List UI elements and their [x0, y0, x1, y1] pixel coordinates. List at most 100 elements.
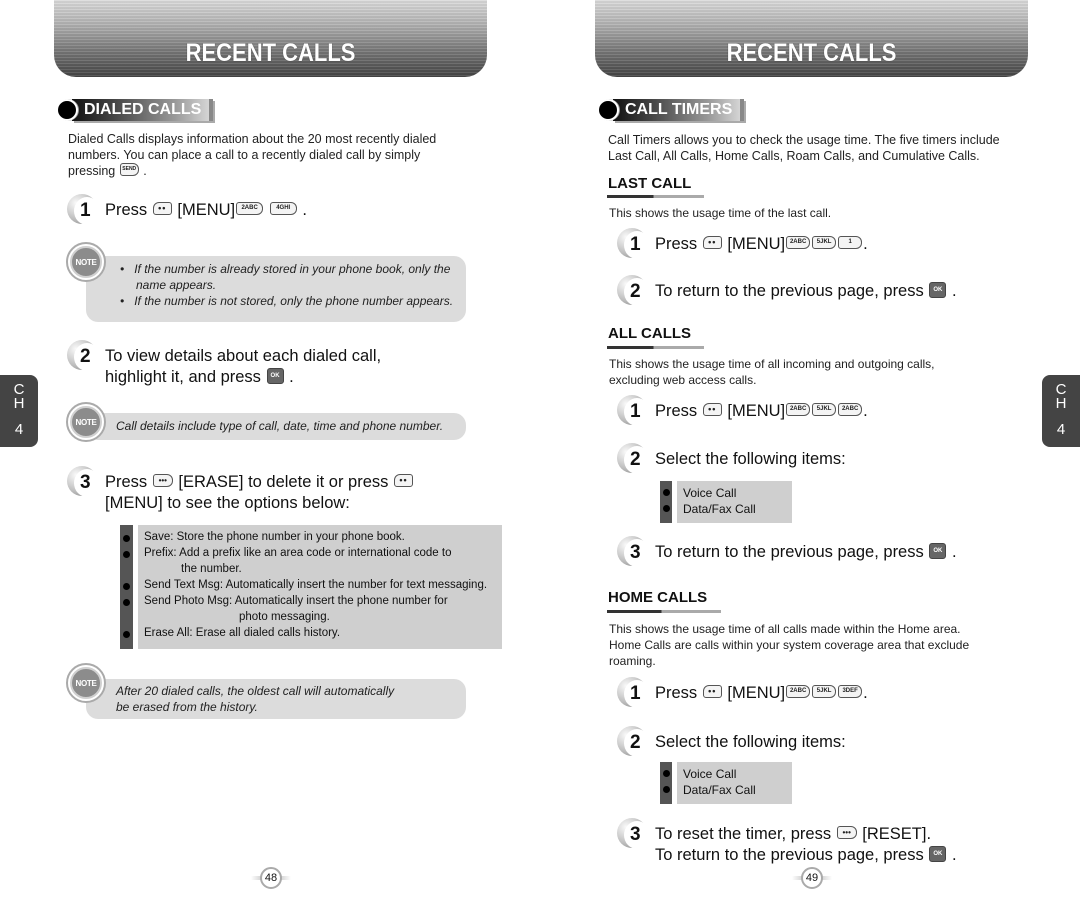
key-2-icon: 2ABC [236, 202, 264, 216]
subheading-rule [607, 610, 721, 613]
step-text: Press ••• [ERASE] to delete it or press … [105, 466, 414, 514]
step-3: 3 Press ••• [ERASE] to delete it or pres… [67, 466, 414, 514]
step-number: 3 [630, 824, 641, 845]
step-number-badge: 1 [67, 194, 100, 226]
intro-paragraph: Dialed Calls displays information about … [68, 131, 478, 179]
key-5-icon: 5JKL [812, 685, 837, 699]
step-number: 2 [630, 449, 641, 470]
chapter-tab-letter: H [1055, 395, 1067, 412]
step-number-badge: 3 [617, 536, 650, 568]
step-number-badge: 1 [617, 395, 650, 427]
note-box: • If the number is already stored in you… [86, 256, 466, 322]
send-key-icon: SEND [119, 163, 139, 177]
key-1-icon: 1 [838, 236, 863, 250]
erase-key-icon: ••• [152, 474, 173, 488]
options-text: Save: Store the phone number in your pho… [138, 525, 502, 649]
subheading-last-call: LAST CALL [608, 175, 692, 192]
page-number-text: 49 [801, 867, 823, 889]
step-number-badge: 1 [617, 228, 650, 260]
key-5-icon: 5JKL [812, 236, 837, 250]
step-text: To reset the timer, press ••• [RESET]. T… [655, 818, 957, 866]
ok-key-icon: OK [929, 542, 947, 559]
note-icon-label: NOTE [75, 678, 97, 688]
step-text-part: To reset the timer, press [655, 825, 832, 843]
items-bar [660, 481, 672, 523]
subheading-all-calls: ALL CALLS [608, 325, 692, 342]
option-item: Erase All: Erase all dialed calls histor… [144, 627, 341, 639]
items-bar [660, 762, 672, 804]
step-number: 1 [80, 200, 91, 221]
note-bullet-text: If the number is not stored, only the ph… [134, 294, 454, 308]
option-item-cont: photo messaging. [239, 611, 330, 623]
step-text-part: . [951, 543, 957, 561]
step-number-badge: 1 [617, 677, 650, 709]
item-data-fax-call: Data/Fax Call [683, 783, 756, 797]
step-text-part: [RESET]. [862, 825, 932, 843]
chapter-tab: C H 4 [0, 375, 38, 447]
step-text-part: . [863, 402, 868, 420]
intro-line: pressing SEND . [68, 163, 147, 178]
items-list: Voice Call Data/Fax Call [660, 762, 792, 804]
step-text-part: To return to the previous page, press [655, 543, 924, 561]
description: This shows the usage time of all incomin… [609, 356, 935, 388]
bullet-icon [123, 535, 130, 542]
item-voice-call: Voice Call [683, 486, 737, 500]
note-icon: NOTE [66, 663, 106, 703]
step-1: 1 Press •• [MENU] 2ABC 5JKL 2ABC. [617, 395, 868, 427]
items-list: Voice Call Data/Fax Call [660, 481, 792, 523]
step-text-part: . [951, 282, 957, 300]
step-number-badge: 2 [67, 340, 100, 372]
key-2-icon: 2ABC [786, 236, 811, 250]
step-text-part: Press [655, 402, 698, 420]
bullet-icon [662, 770, 670, 777]
description-line: excluding web access calls. [609, 373, 757, 387]
step-number-badge: 3 [617, 818, 650, 850]
step-line: [MENU] to see the options below: [105, 494, 350, 512]
step-number: 2 [630, 281, 641, 302]
step-text-part: . [863, 235, 868, 253]
options-bar [120, 525, 133, 649]
step-3: 3 To reset the timer, press ••• [RESET].… [617, 818, 957, 866]
step-text-part: [MENU] [727, 684, 786, 702]
note-1: NOTE • If the number is already stored i… [66, 242, 466, 324]
options-list: Save: Store the phone number in your pho… [120, 525, 502, 649]
step-text: Select the following items: [655, 733, 846, 751]
intro-paragraph: Call Timers allows you to check the usag… [608, 132, 1038, 164]
step-text-part: Press [655, 235, 698, 253]
step-2: 2 To return to the previous page, press … [617, 275, 957, 307]
option-item: Save: Store the phone number in your pho… [144, 531, 405, 543]
step-number: 2 [80, 346, 91, 367]
step-text: To return to the previous page, press OK… [655, 275, 957, 302]
step-text: Select the following items: [655, 450, 846, 468]
note-icon-label: NOTE [75, 257, 97, 267]
subheading-home-calls: HOME CALLS [608, 589, 708, 606]
step-line: highlight it, and press OK . [105, 367, 381, 388]
banner-title: RECENT CALLS [185, 39, 356, 67]
key-5-icon: 5JKL [812, 403, 837, 417]
step-number-badge: 2 [617, 443, 650, 475]
bullet-icon [662, 505, 670, 512]
bullet-icon [123, 631, 130, 638]
key-3-icon: 3DEF [838, 685, 863, 699]
step-text-part: [MENU] [727, 235, 786, 253]
step-text-part: To return to the previous page, press [655, 282, 924, 300]
bullet-icon [56, 99, 78, 121]
note-bullet: • If the number is already stored in you… [120, 262, 451, 276]
left-page: RECENT CALLS DIALED CALLS Dialed Calls d… [0, 0, 540, 917]
menu-key-icon: •• [393, 474, 413, 488]
description-line: This shows the usage time of all incomin… [609, 357, 935, 371]
step-text-part: . [302, 201, 307, 219]
step-line: To view details about each dialed call, [105, 347, 382, 365]
page-number: 48 [251, 867, 291, 889]
step-number: 3 [630, 542, 641, 563]
step-text-part: Press [105, 201, 148, 219]
step-text: Press •• [MENU] 2ABC 5JKL 1. [655, 228, 868, 255]
key-4-icon: 4GHI [269, 202, 297, 216]
bullet-icon [123, 551, 130, 558]
step-text-part: Press [105, 473, 148, 491]
step-1: 1 Press •• [MENU] 2ABC 4GHI . [67, 194, 307, 226]
section-title: CALL TIMERS [613, 99, 745, 121]
description-line: Home Calls are calls within your system … [609, 638, 970, 652]
step-number: 1 [630, 683, 641, 704]
note-box: After 20 dialed calls, the oldest call w… [86, 679, 466, 719]
